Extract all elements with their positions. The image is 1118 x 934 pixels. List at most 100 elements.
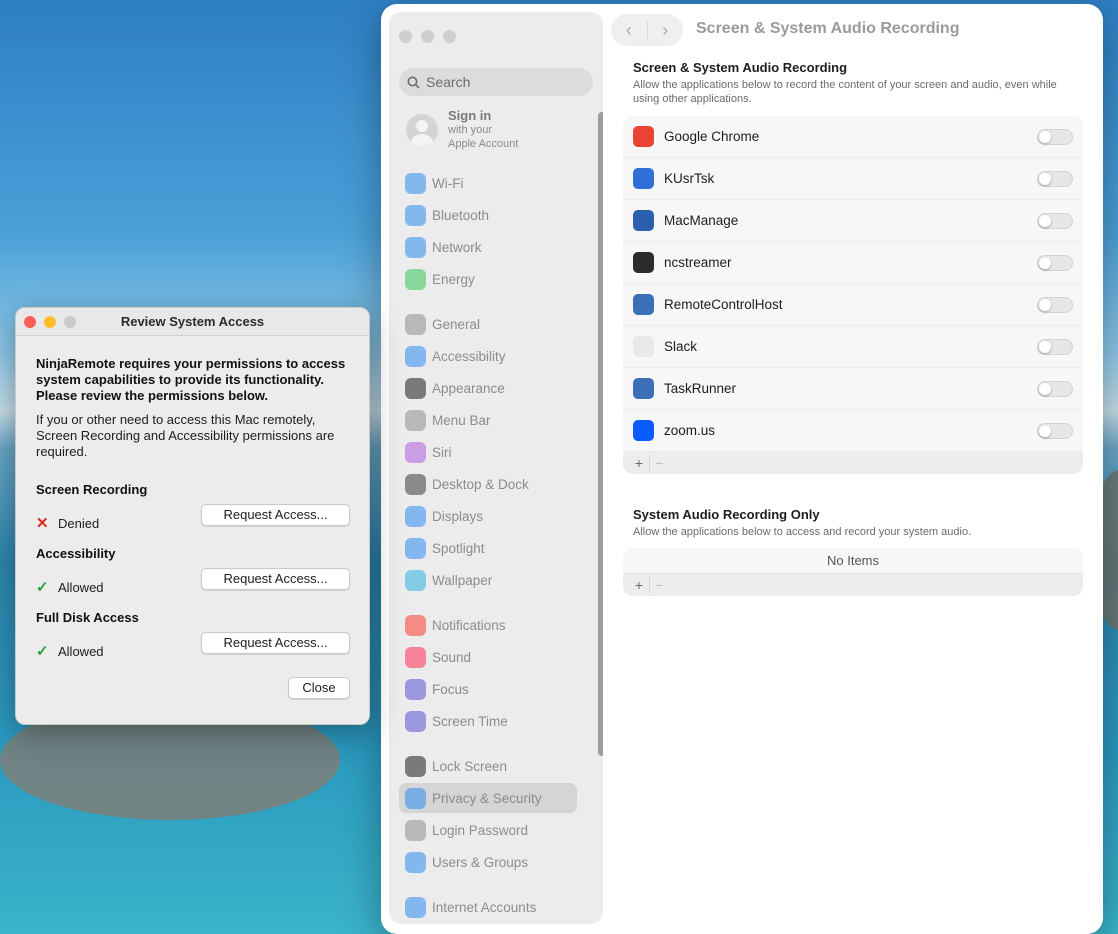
section-title: System Audio Recording Only [633,507,820,522]
sidebar-item-label: Privacy & Security [432,790,542,806]
sidebar-item-label: Siri [432,444,452,460]
permission-status: ✓ Allowed [36,578,104,596]
sidebar-item-internet-accounts[interactable]: Internet Accounts [399,892,577,922]
permission-status: ✓ Allowed [36,642,104,660]
sidebar-item-spotlight[interactable]: Spotlight [399,533,577,563]
sidebar-item-appearance[interactable]: Appearance [399,373,577,403]
app-name: Google Chrome [664,129,760,144]
permission-toggle[interactable] [1037,296,1073,313]
close-window-button[interactable] [399,30,412,43]
request-access-button[interactable]: Request Access... [201,568,350,590]
wifi-icon [405,172,426,194]
dialog-note: If you or other need to access this Mac … [36,412,335,459]
signin-line2: Apple Account [448,138,519,150]
remove-app-button[interactable]: − [649,577,669,593]
minimize-window-button[interactable] [421,30,434,43]
review-system-access-dialog: Review System Access NinjaRemote require… [15,307,370,725]
audio-only-app-list: No Items + − [623,548,1083,596]
wallpaper-icon [405,569,426,591]
sidebar-item-wallpaper[interactable]: Wallpaper [399,565,577,595]
sidebar-item-wi-fi[interactable]: Wi-Fi [399,168,577,198]
sidebar-item-bluetooth[interactable]: Bluetooth [399,200,577,230]
accessibility-icon [405,345,426,367]
lock-icon [405,819,426,841]
permission-status: ✕ Denied [36,514,99,532]
sidebar-item-notifications[interactable]: Notifications [399,610,577,640]
sidebar-item-lock-screen[interactable]: Lock Screen [399,751,577,781]
sidebar-item-siri[interactable]: Siri [399,437,577,467]
sidebar-item-label: Displays [432,508,484,524]
sidebar-item-privacy-security[interactable]: Privacy & Security [399,783,577,813]
remove-app-button[interactable]: − [649,455,669,471]
permission-toggle[interactable] [1037,380,1073,397]
allowed-check-icon: ✓ [36,643,49,660]
sidebar-item-label: Lock Screen [432,758,508,774]
minimize-dialog-button[interactable] [44,316,56,328]
section-description: Allow the applications below to record t… [633,79,1057,105]
bell-icon [405,614,426,636]
request-access-button[interactable]: Request Access... [201,632,350,654]
sidebar-item-label: Spotlight [432,540,485,556]
permission-heading: Full Disk Access [36,610,139,625]
app-name: RemoteControlHost [664,297,783,312]
permission-status-text: Allowed [58,579,104,595]
sidebar-item-label: Users & Groups [432,854,529,870]
sidebar-item-screen-time[interactable]: Screen Time [399,706,577,736]
sidebar-item-label: Wallpaper [432,572,493,588]
sidebar-item-accessibility[interactable]: Accessibility [399,341,577,371]
sidebar-item-label: Accessibility [432,348,506,364]
sidebar-item-label: Screen Time [432,713,508,729]
app-name: Slack [664,339,698,354]
sidebar-item-users-groups[interactable]: Users & Groups [399,847,577,877]
sidebar-scrollbar[interactable] [598,112,603,756]
permission-status-text: Denied [58,515,100,531]
allowed-check-icon: ✓ [36,579,49,596]
close-button[interactable]: Close [288,677,350,699]
section-description: Allow the applications below to access a… [633,526,972,538]
sidebar-item-sound[interactable]: Sound [399,642,577,672]
list-footer: + − [623,452,1083,474]
app-row: ncstreamer [623,242,1083,284]
permission-toggle[interactable] [1037,170,1073,187]
permission-heading: Screen Recording [36,482,148,497]
permission-status-text: Allowed [58,643,104,659]
permission-toggle[interactable] [1037,128,1073,145]
displays-icon [405,505,426,527]
sidebar-item-label: Energy [432,271,475,287]
zoom-window-button[interactable] [443,30,456,43]
forward-button[interactable]: › [647,20,683,41]
sidebar-item-network[interactable]: Network [399,232,577,262]
sidebar-item-displays[interactable]: Displays [399,501,577,531]
sidebar-item-login-password[interactable]: Login Password [399,815,577,845]
search-field[interactable]: Search [399,68,593,96]
search-icon [407,76,420,89]
back-button[interactable]: ‹ [611,20,647,41]
dialog-body: NinjaRemote requires your permissions to… [36,356,356,460]
app-row: TaskRunner [623,368,1083,410]
permission-toggle[interactable] [1037,338,1073,355]
permission-toggle[interactable] [1037,422,1073,439]
zoom-icon [633,420,654,441]
slack-icon [633,336,654,357]
close-dialog-button[interactable] [24,316,36,328]
sidebar-item-label: Notifications [432,617,506,633]
add-app-button[interactable]: + [629,577,649,593]
bolt-icon [405,268,426,290]
kusrtsk-icon [633,168,654,189]
permission-toggle[interactable] [1037,254,1073,271]
sidebar-item-focus[interactable]: Focus [399,674,577,704]
sidebar-item-energy[interactable]: Energy [399,264,577,294]
denied-x-icon: ✕ [36,515,49,532]
sidebar-item-general[interactable]: General [399,309,577,339]
request-access-button[interactable]: Request Access... [201,504,350,526]
bluetooth-icon [405,204,426,226]
sidebar-item-menu-bar[interactable]: Menu Bar [399,405,577,435]
permission-toggle[interactable] [1037,212,1073,229]
lock-icon [405,755,426,777]
zoom-dialog-button[interactable] [64,316,76,328]
dock-icon [405,473,426,495]
window-controls [399,30,456,43]
sidebar-item-desktop-dock[interactable]: Desktop & Dock [399,469,577,499]
add-app-button[interactable]: + [629,455,649,471]
apple-account-signin[interactable]: Sign in with your Apple Account [406,108,518,151]
